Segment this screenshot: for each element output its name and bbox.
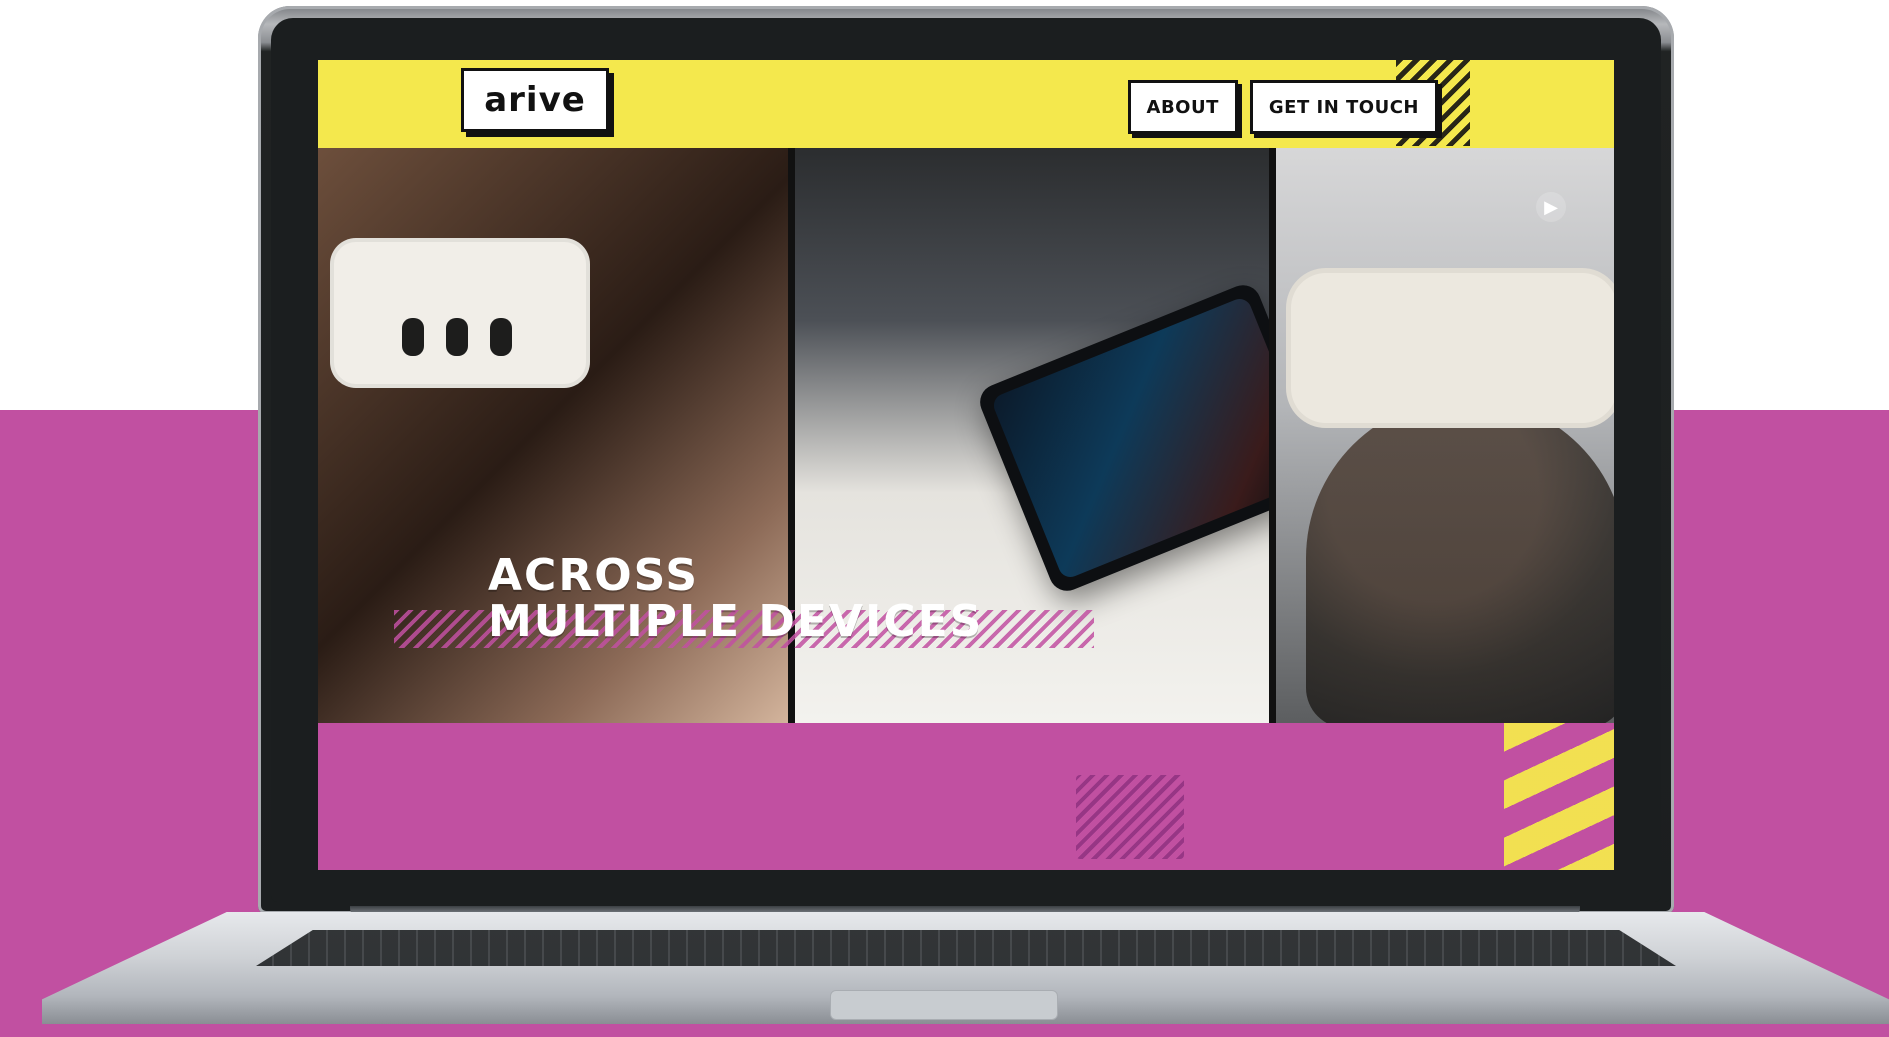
laptop-trackpad [830, 990, 1058, 1020]
hero-line-2: MULTIPLE DEVICES [488, 596, 984, 648]
play-icon[interactable]: ▶ [1536, 192, 1566, 222]
nav-get-in-touch-button[interactable]: GET IN TOUCH [1249, 80, 1438, 134]
bottom-right-stripes [1504, 723, 1614, 870]
laptop-keyboard [256, 930, 1676, 966]
hero-image-right: ▶ [1276, 148, 1614, 723]
logo-text: arive [484, 80, 586, 120]
vr-headset-right [1286, 268, 1614, 428]
headset-camera-left-3 [490, 318, 512, 356]
hero-line-1: ACROSS [488, 550, 700, 601]
person-right [1306, 398, 1614, 723]
hero-section: ▶ ACROSS MULTIPLE DEVICES [318, 148, 1614, 723]
laptop-screen: arive ABOUT GET IN TOUCH ▶ ACROSS MULTIP… [318, 60, 1614, 870]
site-header: arive ABOUT GET IN TOUCH [318, 60, 1614, 148]
bottom-hatch-decoration [1076, 775, 1184, 859]
hero-headline: ACROSS MULTIPLE DEVICES [488, 550, 984, 648]
top-nav: ABOUT GET IN TOUCH [1127, 80, 1438, 134]
nav-about-button[interactable]: ABOUT [1127, 80, 1238, 134]
bottom-section [318, 723, 1614, 870]
vr-headset-left [330, 238, 590, 388]
headset-camera-left-1 [402, 318, 424, 356]
logo[interactable]: arive [461, 68, 609, 132]
tablet-device [974, 279, 1269, 597]
headset-camera-left-2 [446, 318, 468, 356]
